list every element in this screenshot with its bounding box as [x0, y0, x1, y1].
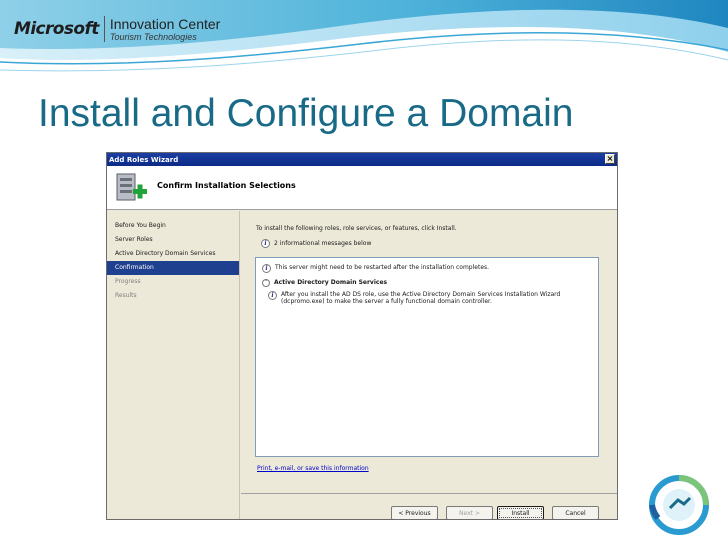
step-ad-domain-services[interactable]: Active Directory Domain Services — [107, 247, 239, 261]
step-results: Results — [115, 292, 137, 299]
install-button[interactable]: Install — [497, 506, 544, 519]
add-roles-wizard-window: Add Roles Wizard × Confirm Installation … — [106, 152, 618, 520]
brand-logo: Microsoft Innovation Center Tourism Tech… — [14, 14, 220, 44]
info-icon: i — [261, 239, 270, 248]
collapse-icon[interactable]: ˄ — [262, 279, 270, 287]
intro-text: To install the following roles, role ser… — [256, 225, 457, 232]
cancel-button[interactable]: Cancel — [552, 506, 599, 519]
restart-warning-text: This server might need to be restarted a… — [275, 264, 490, 271]
message-count-text: 2 informational messages below — [274, 240, 372, 247]
innovation-center-logo-icon — [649, 475, 709, 535]
section-header-row[interactable]: ˄ Active Directory Domain Services — [262, 279, 387, 287]
next-button: Next > — [446, 506, 493, 519]
brand-company: Microsoft — [14, 19, 99, 39]
slide-title: Install and Configure a Domain — [38, 92, 574, 135]
brand-text: Innovation Center Tourism Technologies — [110, 17, 221, 42]
section-detail-line-2: (dcpromo.exe) to make the server a fully… — [281, 298, 492, 305]
close-icon[interactable]: × — [605, 154, 615, 164]
brand-sub: Tourism Technologies — [109, 31, 197, 42]
section-detail-line-1: After you install the AD DS role, use th… — [281, 291, 561, 298]
wizard-body: Before You Begin Server Roles Active Dir… — [107, 211, 617, 519]
section-title: Active Directory Domain Services — [274, 279, 388, 286]
step-confirmation[interactable]: Confirmation — [107, 261, 239, 275]
wizard-footer: < Previous Next > Install Cancel — [241, 493, 617, 519]
message-count: i 2 informational messages below — [261, 239, 371, 248]
page-title: Confirm Installation Selections — [157, 181, 296, 190]
window-titlebar[interactable]: Add Roles Wizard × — [107, 153, 617, 166]
step-progress: Progress — [115, 278, 141, 285]
section-detail-row: i After you install the AD DS role, use … — [268, 291, 560, 305]
step-before-you-begin[interactable]: Before You Begin — [107, 219, 239, 233]
info-icon: i — [268, 291, 277, 300]
confirmation-results-box[interactable]: i This server might need to be restarted… — [255, 257, 599, 457]
window-title: Add Roles Wizard — [109, 155, 179, 164]
server-add-icon — [116, 173, 147, 201]
wizard-content: To install the following roles, role ser… — [241, 211, 617, 493]
wizard-steps-nav: Before You Begin Server Roles Active Dir… — [107, 211, 240, 519]
brand-center: Innovation Center — [109, 15, 221, 32]
section-detail: After you install the AD DS role, use th… — [281, 291, 560, 305]
step-server-roles[interactable]: Server Roles — [107, 233, 239, 247]
restart-warning-row: i This server might need to be restarted… — [262, 264, 489, 273]
info-icon: i — [262, 264, 271, 273]
wizard-header: Confirm Installation Selections — [107, 166, 617, 210]
previous-button[interactable]: < Previous — [391, 506, 438, 519]
brand-divider — [103, 16, 105, 42]
print-save-link[interactable]: Print, e-mail, or save this information — [257, 465, 369, 472]
